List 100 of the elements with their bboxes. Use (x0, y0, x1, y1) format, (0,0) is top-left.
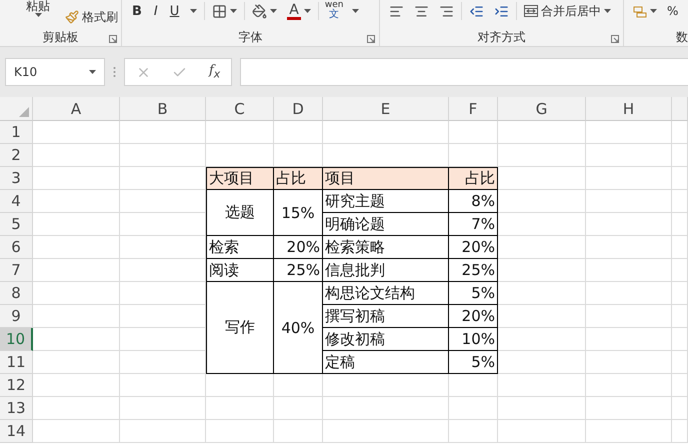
empty-cell[interactable] (672, 236, 688, 259)
row-header[interactable]: 6 (0, 236, 33, 259)
align-right-icon (439, 4, 454, 18)
empty-cell[interactable] (449, 121, 498, 144)
empty-cell[interactable] (586, 121, 672, 144)
empty-cell[interactable] (323, 420, 449, 443)
column-header[interactable]: B (120, 97, 206, 121)
empty-cell[interactable] (120, 420, 206, 443)
empty-cell[interactable] (206, 397, 274, 420)
table-cell: 撰写初稿 (323, 305, 449, 328)
table-cell: 40% (274, 282, 323, 374)
empty-cell[interactable] (120, 144, 206, 167)
empty-cell[interactable] (498, 420, 586, 443)
paintbrush-icon (65, 10, 79, 24)
format-painter-button[interactable]: 格式刷 (62, 6, 121, 28)
empty-cell[interactable] (586, 190, 672, 213)
empty-cell[interactable] (586, 213, 672, 236)
row-header[interactable]: 1 (0, 121, 33, 144)
bold-button[interactable]: B (128, 0, 146, 22)
empty-cell[interactable] (323, 121, 449, 144)
empty-cell[interactable] (498, 374, 586, 397)
row-header[interactable]: 13 (0, 397, 33, 420)
empty-cell[interactable] (449, 420, 498, 443)
merge-center-button[interactable]: 合并后居中 (521, 0, 614, 22)
empty-cell[interactable] (672, 213, 688, 236)
empty-cell[interactable] (672, 259, 688, 282)
column-header[interactable]: E (323, 97, 449, 121)
row-header[interactable]: 3 (0, 167, 33, 190)
paste-button[interactable]: 粘贴 (18, 0, 58, 17)
empty-cell[interactable] (498, 144, 586, 167)
table-cell: 选题 (206, 190, 274, 236)
row-header[interactable]: 2 (0, 144, 33, 167)
percent-button[interactable]: % (664, 0, 682, 22)
empty-cell[interactable] (586, 305, 672, 328)
column-header[interactable]: F (449, 97, 498, 121)
empty-cell[interactable] (586, 236, 672, 259)
empty-cell[interactable] (120, 397, 206, 420)
empty-cell[interactable] (449, 397, 498, 420)
column-header[interactable]: D (274, 97, 323, 121)
empty-cell[interactable] (586, 167, 672, 190)
empty-cell[interactable] (120, 121, 206, 144)
empty-cell[interactable] (586, 420, 672, 443)
empty-cell[interactable] (586, 397, 672, 420)
empty-cell[interactable] (274, 397, 323, 420)
empty-cell[interactable] (672, 351, 688, 374)
empty-cell[interactable] (498, 121, 586, 144)
table-cell: 5% (449, 351, 498, 374)
empty-cell[interactable] (274, 420, 323, 443)
dialog-launcher-icon[interactable] (611, 35, 619, 43)
font-color-button[interactable]: A (284, 0, 314, 22)
row-header[interactable]: 10 (0, 328, 33, 351)
group-label: 数 (676, 28, 688, 46)
row-header[interactable]: 12 (0, 374, 33, 397)
phonetic-guide-button[interactable]: wen 文 (322, 0, 346, 20)
empty-cell[interactable] (586, 144, 672, 167)
empty-cell[interactable] (206, 420, 274, 443)
empty-cell[interactable] (586, 328, 672, 351)
row-header[interactable]: 9 (0, 305, 33, 328)
empty-cell[interactable] (672, 374, 688, 397)
table-cell: 明确论题 (323, 213, 449, 236)
empty-cell[interactable] (586, 282, 672, 305)
empty-cell[interactable] (586, 351, 672, 374)
empty-cell[interactable] (586, 259, 672, 282)
empty-cell[interactable] (672, 190, 688, 213)
row-header[interactable]: 7 (0, 259, 33, 282)
column-header[interactable]: A (33, 97, 120, 121)
empty-cell[interactable] (498, 397, 586, 420)
empty-cell[interactable] (120, 374, 206, 397)
row-header[interactable]: 8 (0, 282, 33, 305)
underline-button[interactable]: U (166, 0, 184, 22)
row-header[interactable]: 5 (0, 213, 33, 236)
table-cell: 25% (449, 259, 498, 282)
dialog-launcher-icon[interactable] (367, 35, 375, 43)
column-header[interactable] (672, 97, 688, 121)
column-header[interactable]: H (586, 97, 672, 121)
empty-cell[interactable] (672, 144, 688, 167)
empty-cell[interactable] (672, 328, 688, 351)
italic-button[interactable]: I (150, 0, 162, 22)
row-header[interactable]: 11 (0, 351, 33, 374)
row-header[interactable]: 14 (0, 420, 33, 443)
caret-icon (89, 70, 96, 74)
row-header[interactable]: 4 (0, 190, 33, 213)
column-header[interactable]: G (498, 97, 586, 121)
empty-cell[interactable] (672, 397, 688, 420)
insert-function-button[interactable]: f$_{x}$ (208, 63, 220, 81)
table-cell: 7% (449, 213, 498, 236)
formula-input[interactable] (240, 58, 688, 86)
column-header[interactable]: C (206, 97, 274, 121)
empty-cell[interactable] (672, 167, 688, 190)
name-box[interactable]: K10 (5, 58, 105, 86)
select-all-corner[interactable] (0, 97, 33, 121)
dialog-launcher-icon[interactable] (109, 35, 117, 43)
empty-cell[interactable] (672, 420, 688, 443)
empty-cell[interactable] (323, 397, 449, 420)
empty-cell[interactable] (672, 282, 688, 305)
empty-cell[interactable] (206, 121, 274, 144)
empty-cell[interactable] (672, 305, 688, 328)
empty-cell[interactable] (274, 121, 323, 144)
empty-cell[interactable] (586, 374, 672, 397)
table-cell: 修改初稿 (323, 328, 449, 351)
